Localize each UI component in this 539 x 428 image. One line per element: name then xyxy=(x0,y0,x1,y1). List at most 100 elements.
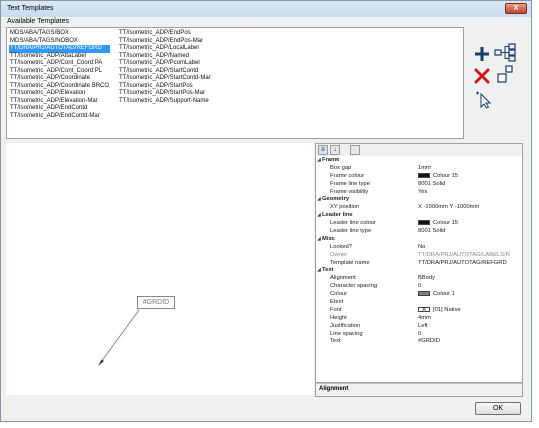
template-preview-canvas[interactable]: #GRDID xyxy=(6,143,314,395)
property-value[interactable]: TT/DRA/PRJ/AUTOTAG/LABELS/R xyxy=(418,252,522,260)
collapse-triangle-icon[interactable]: ◢ xyxy=(317,196,321,204)
property-value[interactable]: X -1000mm Y -1000mm xyxy=(418,204,522,212)
property-pages-icon[interactable] xyxy=(350,145,360,155)
template-list-item[interactable]: TT/Isometric_ADP/Cont_Coord:PA xyxy=(9,60,110,68)
pointer-icon[interactable] xyxy=(474,89,494,109)
colour-swatch xyxy=(418,220,430,226)
property-value[interactable]: Colour 15 xyxy=(418,220,522,228)
property-row[interactable]: Leader line type 8001 Solid xyxy=(316,228,522,236)
property-row[interactable]: Line spacing 0 xyxy=(316,331,522,339)
ok-button[interactable]: OK xyxy=(475,402,521,415)
property-row[interactable]: Font A [01] Native xyxy=(316,306,522,315)
available-templates-label: Available Templates xyxy=(7,18,70,25)
property-value-text: #GRDID xyxy=(418,338,440,345)
property-value[interactable]: 1mm xyxy=(418,165,522,173)
property-grid[interactable]: ≡ ↓ ◢ Frame Box gap 1mm Frame colour Colour 1… xyxy=(315,143,523,383)
property-value[interactable]: Left xyxy=(418,323,522,331)
delete-icon[interactable] xyxy=(473,67,491,85)
property-value-text: No xyxy=(418,243,426,250)
template-list-item[interactable]: TT/DRA/PRJ/AUTOTAG/REFGRD xyxy=(9,45,111,53)
collapse-triangle-icon[interactable]: ◢ xyxy=(317,157,321,165)
close-button[interactable]: X xyxy=(505,3,527,14)
template-list-item[interactable]: TT/Isometric_ADP/Coordinate BRCO xyxy=(9,83,110,91)
property-row[interactable]: Colour Colour 1 xyxy=(316,291,522,299)
property-value[interactable]: A [01] Native xyxy=(418,306,522,315)
template-list-item[interactable]: TT/Isometric_ADP/StartPos xyxy=(118,83,212,91)
resize-icon[interactable] xyxy=(495,64,515,84)
property-name: Frame visibility xyxy=(330,188,369,195)
collapse-triangle-icon[interactable]: ◢ xyxy=(317,236,321,244)
property-row[interactable]: Locked? No xyxy=(316,244,522,252)
property-row[interactable]: Alignment BBody xyxy=(316,275,522,283)
property-name: Leader line colour xyxy=(330,220,377,227)
preview-tag-text[interactable]: #GRDID xyxy=(137,296,175,309)
template-list-item[interactable]: MDS/ABA/TAGS/NOBOX xyxy=(9,38,110,46)
property-value[interactable]: #GRDID xyxy=(418,338,522,346)
property-row[interactable]: XY position X -1000mm Y -1000mm xyxy=(316,204,522,212)
template-list-item[interactable]: MDS/ABA/TAGS/BOX xyxy=(9,30,110,38)
property-row[interactable]: Justification Left xyxy=(316,323,522,331)
property-row[interactable]: Leader line colour Colour 15 xyxy=(316,220,522,228)
property-value[interactable]: Colour 15 xyxy=(418,172,522,181)
property-value-text: BBody xyxy=(418,275,436,282)
property-value-text: Colour 15 xyxy=(433,220,459,227)
template-list-item[interactable]: TT/Isometric_ADP/LocalLabel xyxy=(118,45,212,53)
property-row[interactable]: Owner TT/DRA/PRJ/AUTOTAG/LABELS/R xyxy=(316,252,522,260)
template-list-item[interactable]: TT/Isometric_ADP/StartPos-Mar xyxy=(118,90,212,98)
text-templates-window: Text Templates X Available Templates MDS… xyxy=(0,0,532,422)
property-category[interactable]: ◢ Geometry xyxy=(316,196,522,204)
property-category[interactable]: ◢ Misc xyxy=(316,236,522,244)
template-list-item[interactable]: TT/Isometric_ADP/Named xyxy=(118,53,212,61)
property-value[interactable]: Colour 1 xyxy=(418,291,522,299)
property-category[interactable]: ◢ Frame xyxy=(316,157,522,165)
alphabetical-sort-icon[interactable]: ↓ xyxy=(330,145,340,155)
template-list-item[interactable]: TT/Isometric_ADP/EndContd-Mar xyxy=(9,113,110,121)
categorized-icon[interactable]: ≡ xyxy=(318,145,328,155)
property-name: Template name xyxy=(330,259,370,266)
property-row[interactable]: Height 4mm xyxy=(316,315,522,323)
property-name: Colour xyxy=(330,291,348,298)
property-value-text: Left xyxy=(418,322,428,329)
property-category[interactable]: ◢ Text xyxy=(316,267,522,275)
template-list-item[interactable]: TT/Isometric_ADP/EndContd xyxy=(9,105,110,113)
property-value[interactable]: 0 xyxy=(418,331,522,339)
property-row[interactable]: Template name TT/DRA/PRJ/AUTOTAG/REFGRD xyxy=(316,260,522,268)
property-row[interactable]: Frame visibility Yes xyxy=(316,189,522,197)
property-row[interactable]: Character spacing 0 xyxy=(316,283,522,291)
template-list-item[interactable]: TT/Isometric_ADP/PcomLabel xyxy=(118,60,212,68)
add-icon[interactable] xyxy=(473,45,491,63)
template-list[interactable]: MDS/ABA/TAGS/BOX MDS/ABA/TAGS/NOBOX TT/DRA… xyxy=(6,27,464,139)
collapse-triangle-icon[interactable]: ◢ xyxy=(317,212,321,220)
tree-structure-icon[interactable] xyxy=(494,43,516,63)
property-row[interactable]: Frame line type 8001 Solid xyxy=(316,181,522,189)
collapse-triangle-icon[interactable]: ◢ xyxy=(317,267,321,275)
property-name: Alignment xyxy=(330,275,356,282)
property-row[interactable]: Text #GRDID xyxy=(316,338,522,346)
template-list-item[interactable]: TT/Isometric_ADP/AttaLabel xyxy=(9,53,110,61)
property-value[interactable]: 0 xyxy=(418,283,522,291)
property-row[interactable]: Box gap 1mm xyxy=(316,165,522,173)
property-row[interactable]: Frame colour Colour 15 xyxy=(316,172,522,181)
property-row[interactable]: Etext xyxy=(316,299,522,307)
property-value[interactable]: Yes xyxy=(418,189,522,197)
property-value[interactable]: 4mm xyxy=(418,315,522,323)
template-list-item[interactable]: TT/Isometric_ADP/Cont_Coord:PL xyxy=(9,68,110,76)
property-value[interactable]: 8001 Solid xyxy=(418,181,522,189)
template-list-item[interactable]: TT/Isometric_ADP/Support-Name xyxy=(118,98,212,106)
template-list-item[interactable]: TT/Isometric_ADP/StartContd-Mar xyxy=(118,75,212,83)
template-list-item[interactable]: TT/Isometric_ADP/EndPos xyxy=(118,30,212,38)
property-value[interactable]: BBody xyxy=(418,275,522,283)
template-list-item[interactable]: TT/Isometric_ADP/Elevation xyxy=(9,90,110,98)
template-list-item[interactable]: TT/Isometric_ADP/Coordinate xyxy=(9,75,110,83)
property-value[interactable]: TT/DRA/PRJ/AUTOTAG/REFGRD xyxy=(418,260,522,268)
template-list-item[interactable]: TT/Isometric_ADP/StartContd xyxy=(118,68,212,76)
property-category[interactable]: ◢ Leader line xyxy=(316,212,522,220)
property-name: Frame colour xyxy=(330,172,365,179)
template-list-item[interactable]: TT/Isometric_ADP/Elevation-Mar xyxy=(9,98,110,106)
property-value-text: Colour 1 xyxy=(433,291,455,298)
property-category-label: Geometry xyxy=(322,196,350,203)
property-value[interactable]: 8001 Solid xyxy=(418,228,522,236)
property-value[interactable]: No xyxy=(418,244,522,252)
template-list-item[interactable]: TT/Isometric_ADP/EndPos-Mar xyxy=(118,38,212,46)
property-name: Frame line type xyxy=(330,180,370,187)
